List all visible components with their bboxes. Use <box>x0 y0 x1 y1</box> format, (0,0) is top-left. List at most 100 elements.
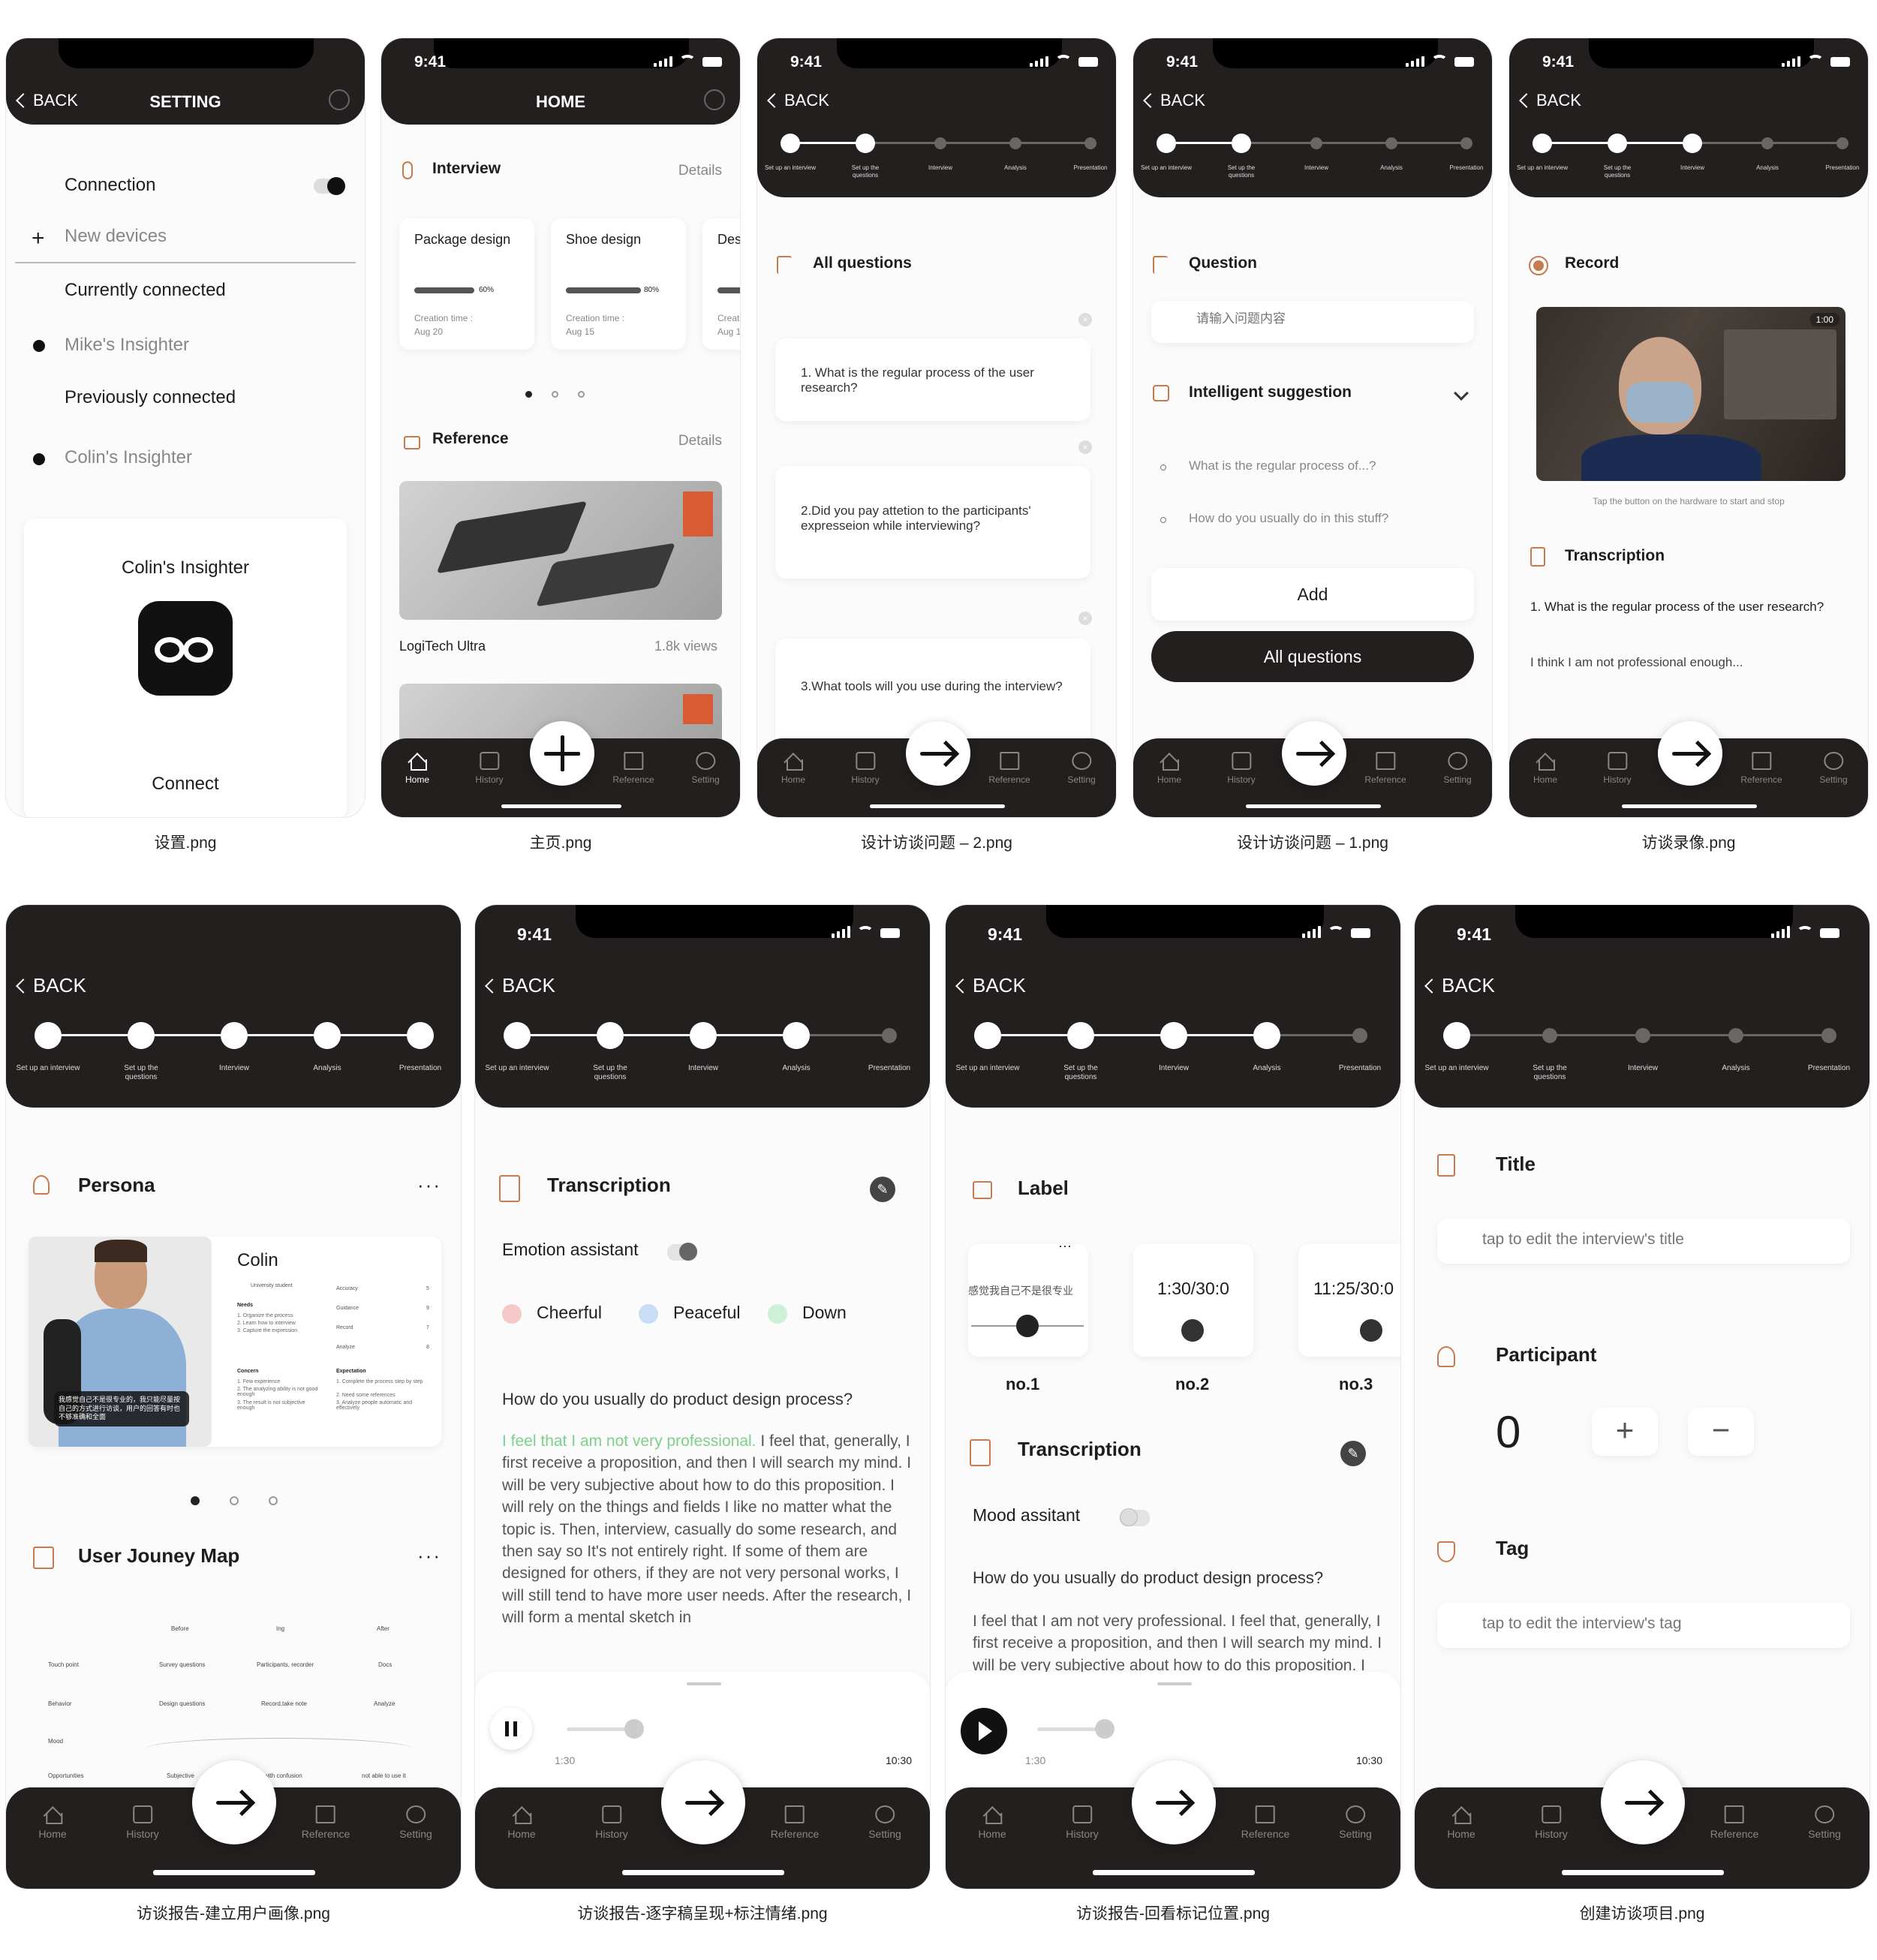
back-button[interactable]: BACK <box>1519 91 1581 110</box>
next-button[interactable] <box>661 1760 745 1844</box>
delete-icon[interactable]: × <box>1078 440 1092 454</box>
back-button[interactable]: BACK <box>485 974 555 997</box>
new-devices-button[interactable]: New devices <box>65 226 167 247</box>
question-card[interactable]: 1. What is the regular process of the us… <box>775 338 1090 421</box>
tab-reference[interactable]: Reference <box>1710 1805 1758 1840</box>
suggestion-item[interactable]: What is the regular process of...? <box>1189 458 1376 473</box>
tab-home[interactable]: Home <box>1447 1805 1475 1840</box>
play-icon[interactable] <box>1181 1319 1204 1342</box>
more-icon[interactable]: ··· <box>1058 1238 1072 1254</box>
emotion-highlight[interactable]: I feel that I am not very professional. <box>502 1432 757 1450</box>
pause-icon[interactable] <box>1016 1315 1039 1337</box>
title-input[interactable] <box>1482 1231 1827 1249</box>
interview-details-link[interactable]: Details <box>678 163 722 179</box>
plus-icon[interactable]: + <box>32 226 45 251</box>
next-button[interactable] <box>1282 721 1346 786</box>
back-button[interactable]: BACK <box>16 974 86 997</box>
more-icon[interactable]: ··· <box>417 1544 441 1568</box>
user-icon[interactable] <box>329 89 350 110</box>
tab-setting[interactable]: Setting <box>399 1805 432 1840</box>
tab-reference[interactable]: Reference <box>1364 752 1406 785</box>
question-card[interactable]: 2.Did you pay attetion to the participan… <box>775 466 1090 579</box>
mood-down[interactable]: Down <box>802 1303 847 1323</box>
tab-home[interactable]: Home <box>1157 752 1181 785</box>
delete-icon[interactable]: × <box>1078 313 1092 326</box>
document-icon <box>499 1175 520 1202</box>
tab-home[interactable]: Home <box>978 1805 1006 1840</box>
user-icon[interactable] <box>704 89 725 110</box>
back-button[interactable]: BACK <box>767 91 829 110</box>
play-icon[interactable] <box>1360 1319 1382 1342</box>
scrubber-knob[interactable] <box>624 1719 644 1739</box>
emotion-assistant-toggle[interactable] <box>667 1243 697 1261</box>
mood-cheerful[interactable]: Cheerful <box>537 1303 602 1323</box>
edit-icon[interactable]: ✎ <box>1340 1441 1366 1466</box>
tab-setting[interactable]: Setting <box>868 1805 901 1840</box>
tab-history[interactable]: History <box>126 1805 159 1840</box>
mood-assistant-toggle[interactable] <box>1120 1508 1150 1526</box>
video-preview[interactable]: 1:00 <box>1536 307 1845 481</box>
add-interview-button[interactable] <box>530 721 594 786</box>
more-icon[interactable]: ··· <box>417 1174 441 1197</box>
reference-image[interactable] <box>399 481 722 620</box>
tab-setting[interactable]: Setting <box>1339 1805 1372 1840</box>
tab-home[interactable]: Home <box>781 752 805 785</box>
next-button[interactable] <box>1658 721 1722 786</box>
tab-reference[interactable]: Reference <box>771 1805 819 1840</box>
tab-history[interactable]: History <box>851 752 880 785</box>
play-button[interactable] <box>961 1708 1007 1754</box>
question-input[interactable] <box>1196 311 1444 326</box>
increment-button[interactable]: + <box>1592 1408 1658 1456</box>
interview-card[interactable]: Des Creat Aug 1 <box>702 218 740 350</box>
tab-history[interactable]: History <box>1535 1805 1568 1840</box>
edit-icon[interactable]: ✎ <box>870 1177 895 1202</box>
tab-home[interactable]: Home <box>38 1805 67 1840</box>
device-mike[interactable]: Mike's Insighter <box>65 335 189 356</box>
next-button[interactable] <box>192 1760 276 1844</box>
tab-setting[interactable]: Setting <box>1808 1805 1841 1840</box>
clip-card[interactable]: 1:30/30:0 <box>1133 1244 1253 1357</box>
tab-setting[interactable]: Setting <box>691 752 720 785</box>
tab-reference[interactable]: Reference <box>302 1805 350 1840</box>
connection-toggle[interactable] <box>314 177 345 195</box>
mood-peaceful[interactable]: Peaceful <box>673 1303 741 1323</box>
tag-input[interactable] <box>1482 1615 1827 1633</box>
next-button[interactable] <box>906 721 970 786</box>
tab-reference[interactable]: Reference <box>988 752 1030 785</box>
persona-card[interactable]: 我感觉自己不是很专业的，我只能尽量按自己的方式进行访谈，用户的回答有时也不够准确… <box>29 1237 441 1447</box>
interview-card[interactable]: Shoe design 80% Creation time : Aug 15 <box>551 218 686 350</box>
tab-home[interactable]: Home <box>507 1805 536 1840</box>
decrement-button[interactable]: − <box>1688 1408 1754 1456</box>
back-button[interactable]: BACK <box>1424 974 1495 997</box>
tab-setting[interactable]: Setting <box>1067 752 1096 785</box>
tab-history[interactable]: History <box>1603 752 1632 785</box>
delete-icon[interactable]: × <box>1078 612 1092 625</box>
all-questions-button[interactable]: All questions <box>1151 631 1474 682</box>
tab-setting[interactable]: Setting <box>1443 752 1472 785</box>
tab-home[interactable]: Home <box>1533 752 1557 785</box>
tab-reference[interactable]: Reference <box>1241 1805 1289 1840</box>
device-colin[interactable]: Colin's Insighter <box>65 447 192 468</box>
tab-history[interactable]: History <box>475 752 504 785</box>
connect-button[interactable]: Connect <box>24 774 347 795</box>
next-button[interactable] <box>1601 1760 1685 1844</box>
chevron-down-icon[interactable] <box>1454 386 1469 401</box>
suggestion-item[interactable]: How do you usually do in this stuff? <box>1189 511 1388 526</box>
tab-history[interactable]: History <box>1227 752 1256 785</box>
tab-setting[interactable]: Setting <box>1819 752 1848 785</box>
next-button[interactable] <box>1132 1760 1216 1844</box>
add-button[interactable]: Add <box>1151 568 1474 621</box>
scrubber-knob[interactable] <box>1095 1719 1114 1739</box>
reference-details-link[interactable]: Details <box>678 433 722 449</box>
back-button[interactable]: BACK <box>955 974 1026 997</box>
tab-reference[interactable]: Reference <box>1740 752 1782 785</box>
pause-button[interactable] <box>490 1708 532 1750</box>
tab-history[interactable]: History <box>1066 1805 1099 1840</box>
tab-reference[interactable]: Reference <box>612 752 654 785</box>
interview-card[interactable]: Package design 60% Creation time : Aug 2… <box>399 218 534 350</box>
tab-history[interactable]: History <box>595 1805 628 1840</box>
tab-home[interactable]: Home <box>405 752 429 785</box>
clip-card[interactable]: ··· 感觉我自己不是很专业 <box>968 1238 1088 1357</box>
back-button[interactable]: BACK <box>1143 91 1205 110</box>
clip-card[interactable]: 11:25/30:0 <box>1298 1244 1400 1357</box>
